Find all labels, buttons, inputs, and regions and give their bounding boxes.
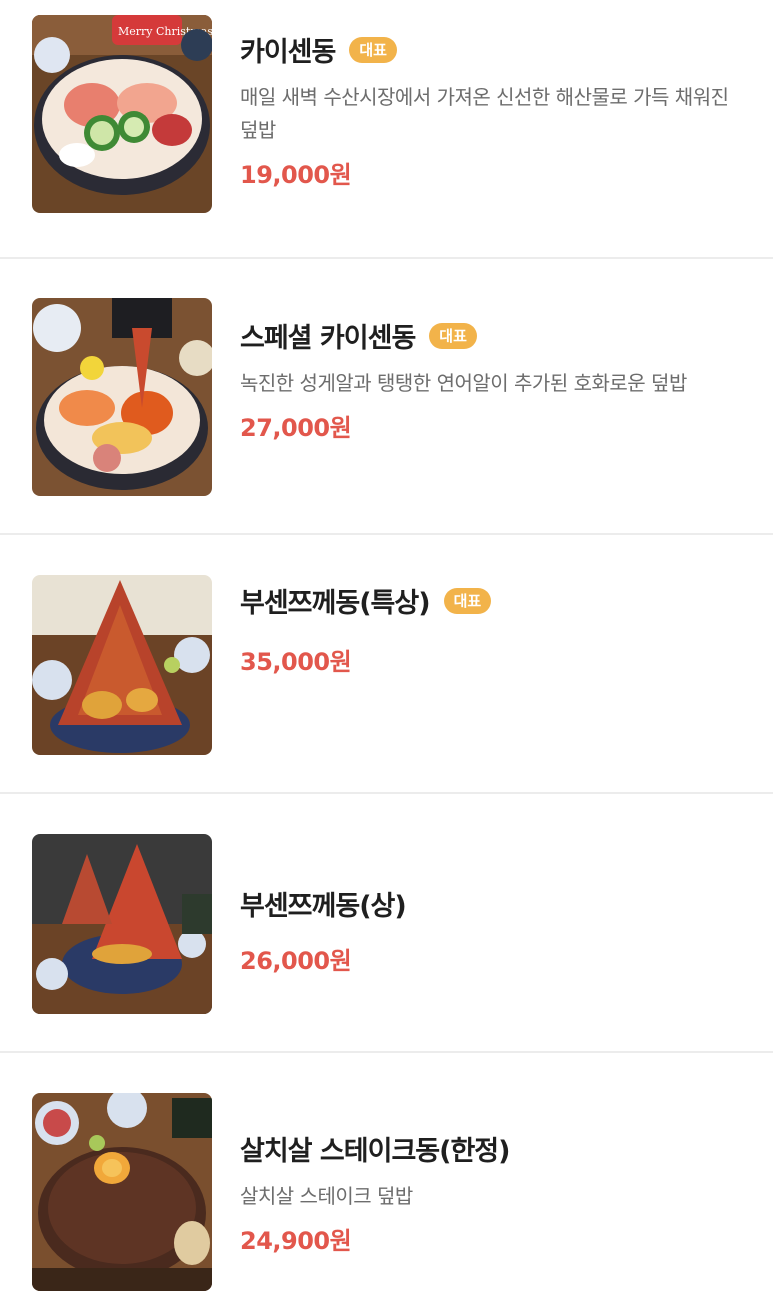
menu-list: Merry Christmas 카이센동 대표 매일 새벽 수산시장에서 가져온… <box>0 0 773 1312</box>
menu-item-photo: Merry Christmas <box>32 15 212 213</box>
menu-item-photo <box>32 834 212 1014</box>
tower-seafood-bowl-photo-icon <box>32 834 212 1014</box>
menu-item-info: 살치살 스테이크동(한정) 살치살 스테이크 덮밥 24,900원 <box>240 1129 743 1256</box>
steak-rice-bowl-photo-icon <box>32 1093 212 1291</box>
menu-item-name: 카이센동 <box>240 37 336 68</box>
signature-badge: 대표 <box>429 322 477 349</box>
special-seafood-bowl-photo-icon <box>32 298 212 496</box>
menu-item-info: 부센쯔께동(특상) 대표 35,000원 <box>240 581 743 677</box>
menu-item-price: 24,900원 <box>240 1227 352 1255</box>
menu-item-photo <box>32 1093 212 1291</box>
seafood-rice-bowl-photo-icon: Merry Christmas <box>32 15 212 213</box>
menu-item-name: 부센쯔께동(상) <box>240 891 407 922</box>
menu-item[interactable]: 부센쯔께동(특상) 대표 35,000원 <box>0 535 773 794</box>
menu-item-description: 녹진한 성게알과 탱탱한 연어알이 추가된 호화로운 덮밥 <box>240 371 687 395</box>
menu-item-info: 카이센동 대표 매일 새벽 수산시장에서 가져온 신선한 해산물로 가득 채워진… <box>240 30 743 190</box>
menu-item-price: 27,000원 <box>240 414 352 442</box>
menu-item-name: 살치살 스테이크동(한정) <box>240 1136 510 1167</box>
menu-item-price: 19,000원 <box>240 161 352 189</box>
menu-item-name: 스페셜 카이센동 <box>240 323 416 354</box>
menu-item-price: 35,000원 <box>240 648 352 676</box>
menu-item-price: 26,000원 <box>240 947 352 975</box>
signature-badge: 대표 <box>349 36 397 63</box>
signature-badge: 대표 <box>443 587 492 614</box>
tower-seafood-bowl-photo-icon <box>32 575 212 755</box>
menu-item-photo <box>32 575 212 755</box>
menu-item[interactable]: 부센쯔께동(상) 26,000원 <box>0 794 773 1053</box>
menu-item-name: 부센쯔께동(특상) <box>240 588 431 619</box>
menu-item[interactable]: Merry Christmas 카이센동 대표 매일 새벽 수산시장에서 가져온… <box>0 0 773 259</box>
menu-item-info: 부센쯔께동(상) 26,000원 <box>240 884 743 976</box>
menu-item-description: 살치살 스테이크 덮밥 <box>240 1184 413 1208</box>
menu-item-info: 스페셜 카이센동 대표 녹진한 성게알과 탱탱한 연어알이 추가된 호화로운 덮… <box>240 316 743 443</box>
menu-item[interactable]: 살치살 스테이크동(한정) 살치살 스테이크 덮밥 24,900원 <box>0 1053 773 1312</box>
menu-item-photo <box>32 298 212 496</box>
menu-item[interactable]: 스페셜 카이센동 대표 녹진한 성게알과 탱탱한 연어알이 추가된 호화로운 덮… <box>0 276 773 535</box>
menu-item-description: 매일 새벽 수산시장에서 가져온 신선한 해산물로 가득 채워진 덮밥 <box>240 85 729 142</box>
